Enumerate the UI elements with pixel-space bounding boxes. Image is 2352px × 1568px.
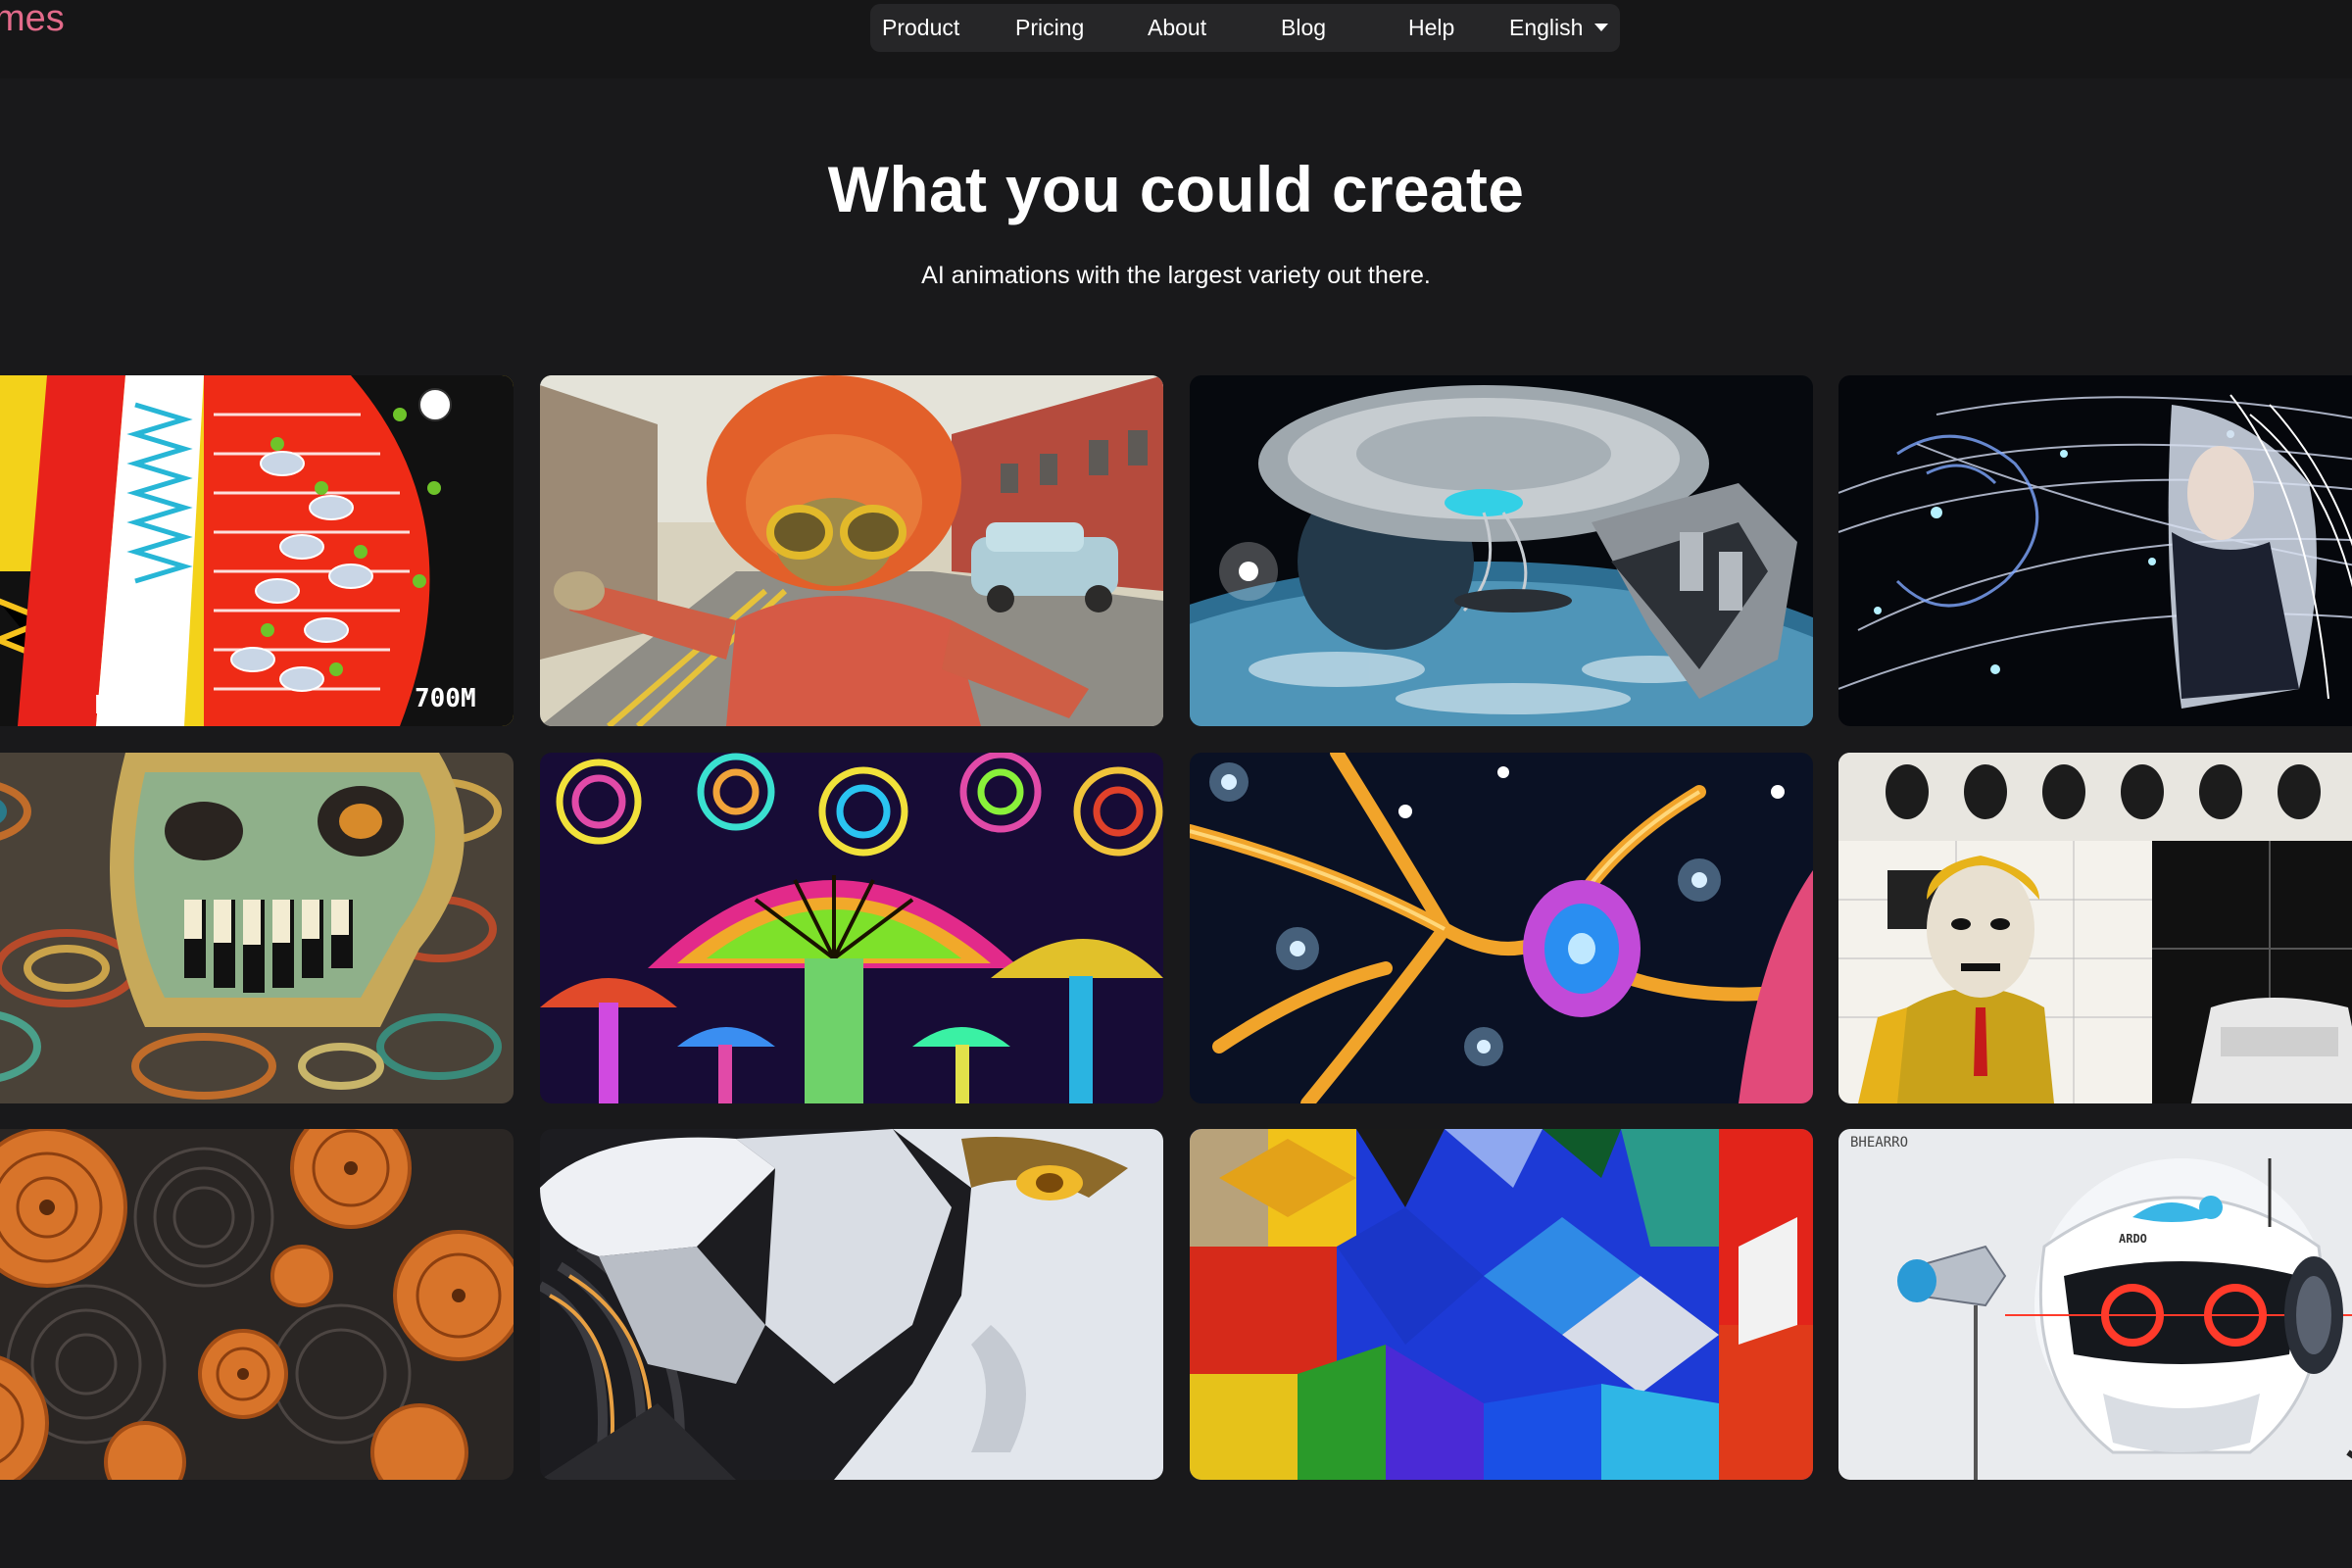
main-nav: Product Pricing About Blog Help English bbox=[870, 4, 1620, 52]
robot-visor-text: ARDO bbox=[2119, 1232, 2147, 1246]
gallery-tile-orange-discs[interactable] bbox=[0, 1129, 514, 1480]
nav-about[interactable]: About bbox=[1148, 4, 1206, 52]
gallery-tile-pop-collage[interactable] bbox=[1838, 753, 2352, 1103]
psychedelic-skull-image bbox=[0, 753, 514, 1103]
nav-pricing[interactable]: Pricing bbox=[1015, 4, 1084, 52]
section-title: What you could create bbox=[827, 153, 1525, 225]
gallery-tile-android-face[interactable] bbox=[540, 1129, 1163, 1480]
volleyball-pattern-image bbox=[0, 375, 514, 726]
language-label: English bbox=[1509, 15, 1584, 40]
tile-label-right: 700M bbox=[415, 684, 476, 713]
nav-blog[interactable]: Blog bbox=[1281, 4, 1326, 52]
android-face-image bbox=[540, 1129, 1163, 1480]
section-subtitle: AI animations with the largest variety o… bbox=[921, 262, 1431, 289]
gallery-tile-volleyball[interactable]: ERLON 700M bbox=[0, 375, 514, 726]
language-selector[interactable]: English bbox=[1509, 4, 1609, 52]
gallery-tile-mushrooms[interactable] bbox=[540, 753, 1163, 1103]
nav-product[interactable]: Product bbox=[882, 4, 959, 52]
caret-down-icon bbox=[1594, 23, 1609, 31]
space-station-image bbox=[1190, 375, 1813, 726]
robot-brand-text: BHEARRO bbox=[1850, 1135, 1909, 1151]
gallery-tile-robot-mic[interactable]: BHEARRO ARDO bbox=[1838, 1129, 2352, 1480]
robot-mic-image bbox=[1838, 1129, 2352, 1480]
gallery-tile-space-station[interactable] bbox=[1190, 375, 1813, 726]
muppet-street-image bbox=[540, 375, 1163, 726]
geometric-cubes-image bbox=[1190, 1129, 1813, 1480]
gallery-tile-psychedelic-skull[interactable] bbox=[0, 753, 514, 1103]
gallery-tile-muppet-street[interactable] bbox=[540, 375, 1163, 726]
brand-logo-text[interactable]: mes bbox=[0, 0, 65, 40]
gallery-tile-neurons[interactable] bbox=[1190, 753, 1813, 1103]
pop-collage-image bbox=[1838, 753, 2352, 1103]
nav-help[interactable]: Help bbox=[1408, 4, 1454, 52]
orange-discs-image bbox=[0, 1129, 514, 1480]
gallery-tile-neon-woman[interactable] bbox=[1838, 375, 2352, 726]
tile-label-left: ERLON bbox=[94, 691, 172, 720]
gallery-tile-geometric-cubes[interactable] bbox=[1190, 1129, 1813, 1480]
neurons-image bbox=[1190, 753, 1813, 1103]
neon-woman-image bbox=[1838, 375, 2352, 726]
mushrooms-image bbox=[540, 753, 1163, 1103]
